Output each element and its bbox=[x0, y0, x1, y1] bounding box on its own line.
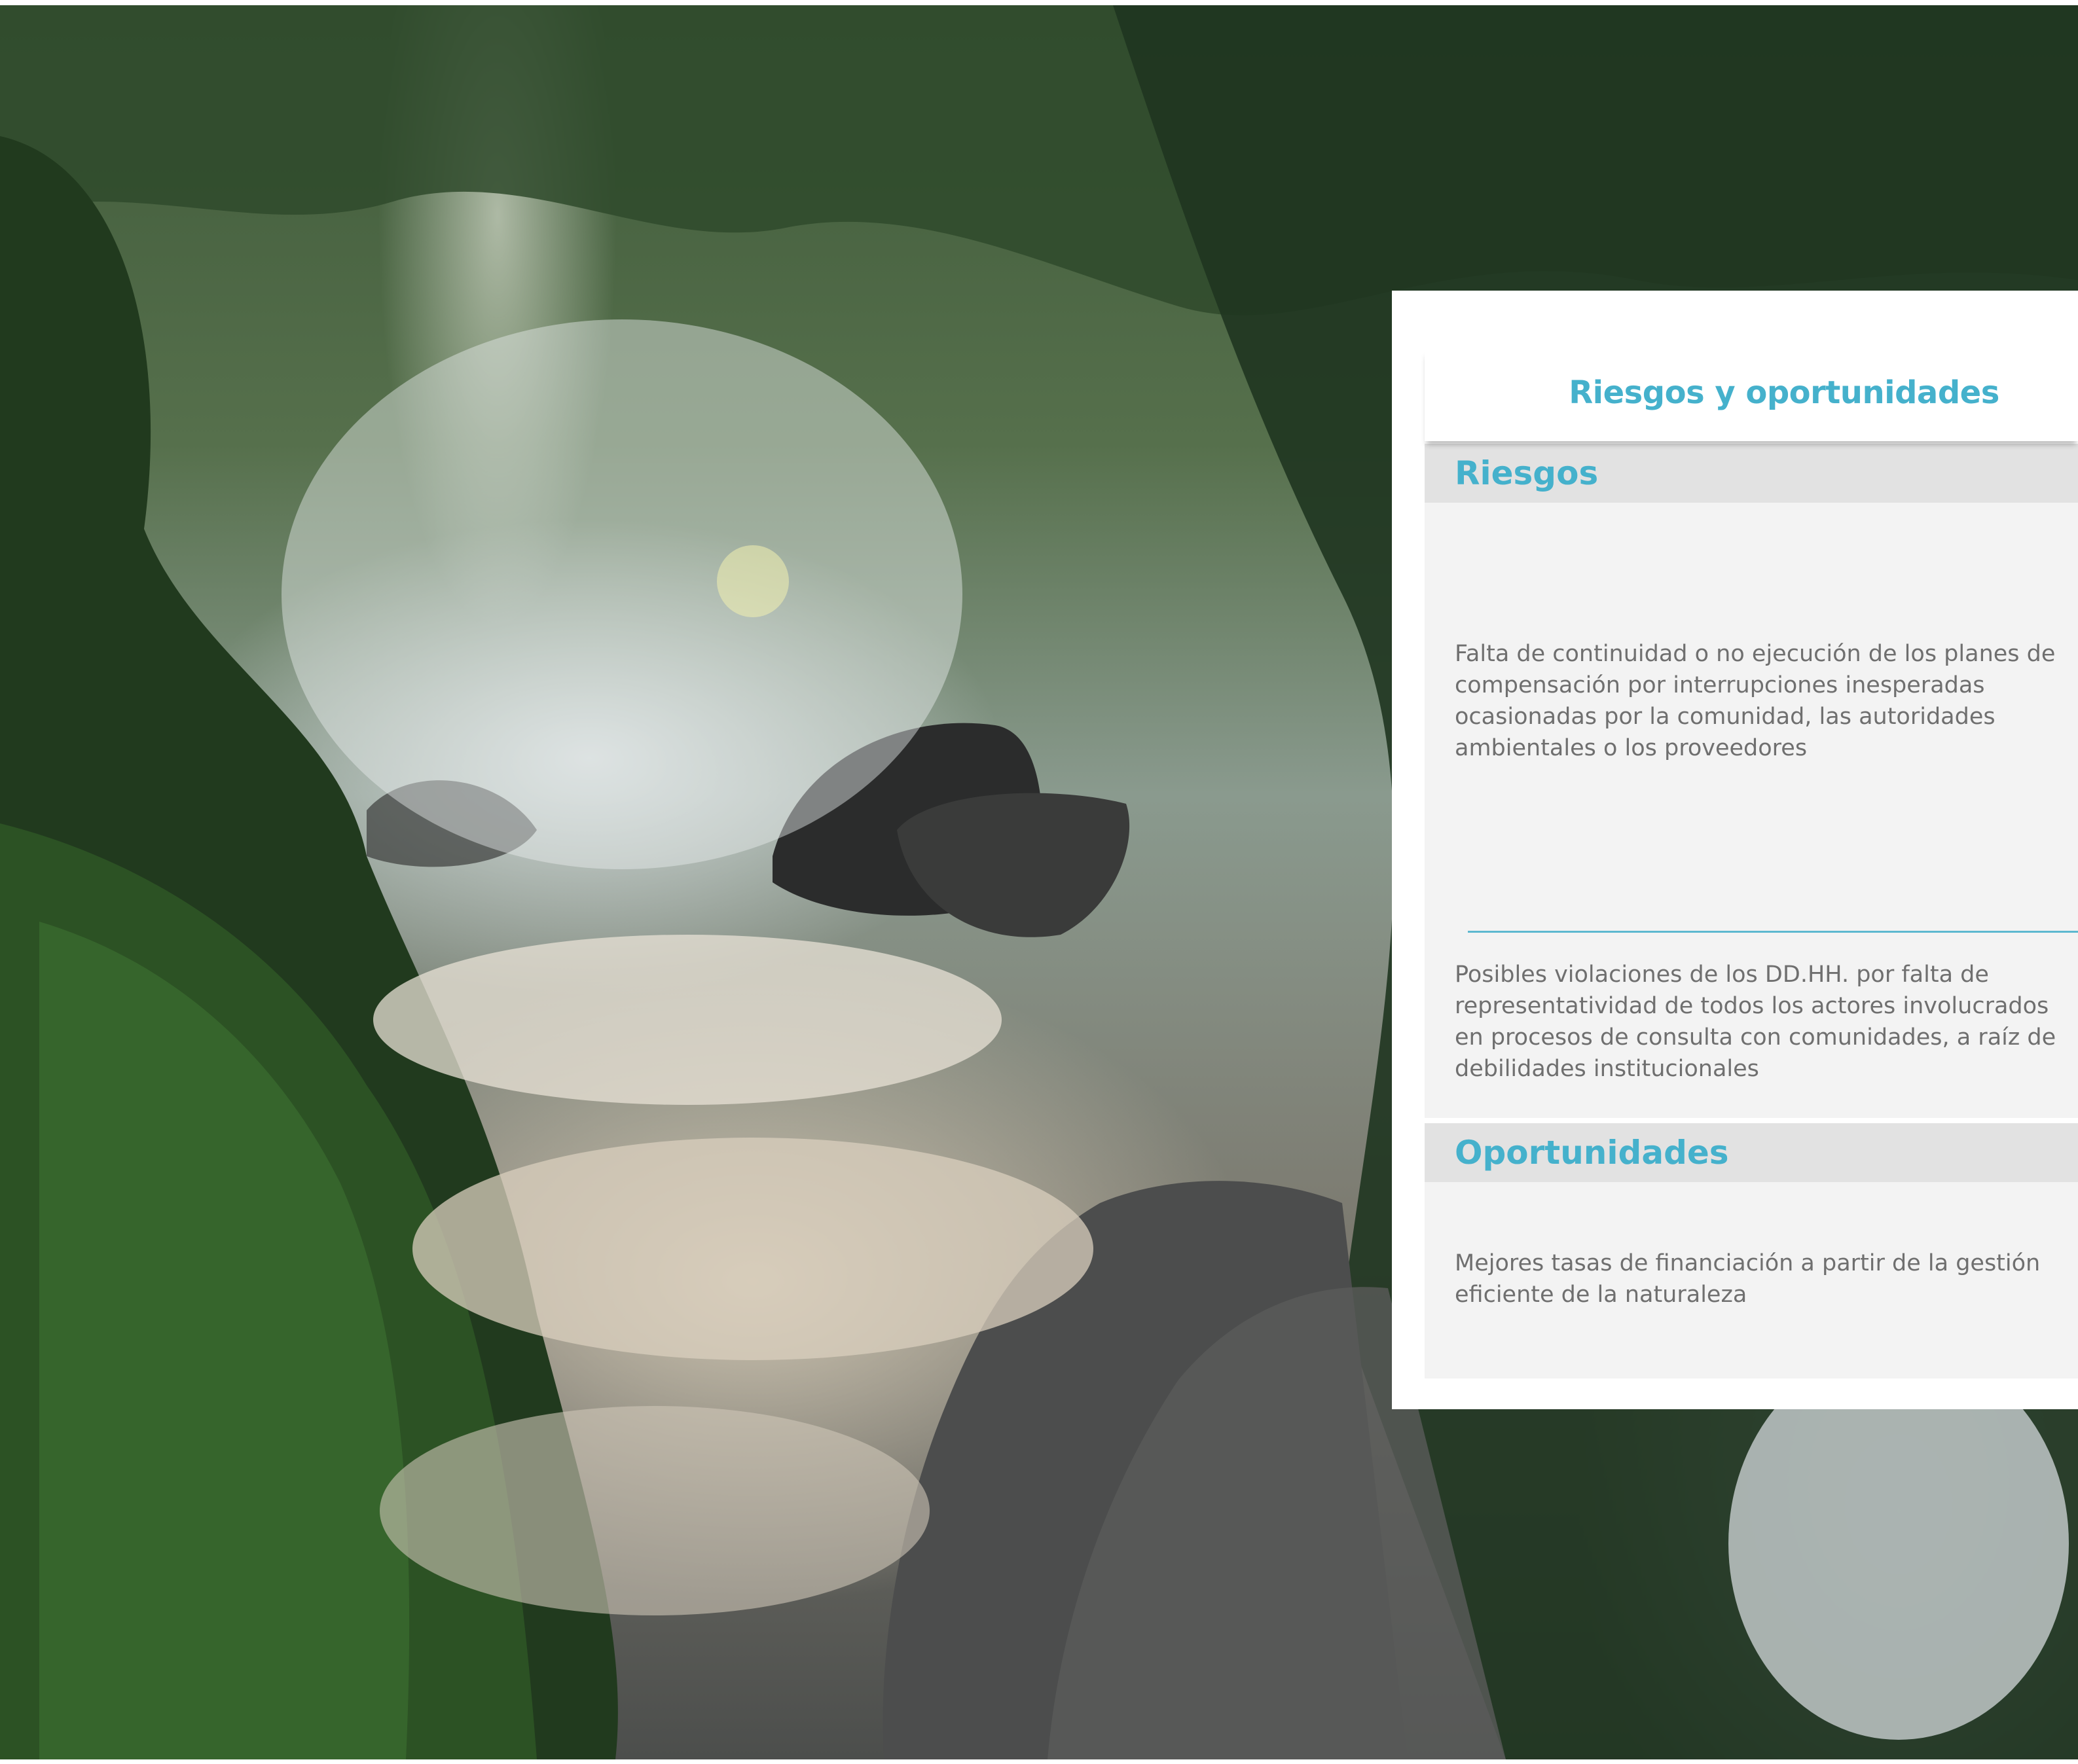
risks-opportunities-panel: Riesgos y oportunidades Riesgos Falta de… bbox=[1392, 291, 2078, 1409]
risk-item: Posibles violaciones de los DD.HH. por f… bbox=[1455, 962, 2056, 1082]
panel-title: Riesgos y oportunidades bbox=[1569, 374, 1999, 411]
opportunities-body: Mejores tasas de financiación a partir d… bbox=[1425, 1182, 2078, 1378]
risk-item: Falta de continuidad o no ejecución de l… bbox=[1455, 641, 2056, 761]
risks-body: Falta de continuidad o no ejecución de l… bbox=[1425, 503, 2078, 1118]
risks-heading: Riesgos bbox=[1455, 454, 1599, 492]
panel-header: Riesgos y oportunidades bbox=[1425, 350, 2078, 441]
risks-heading-bar: Riesgos bbox=[1425, 444, 2078, 503]
opportunities-heading: Oportunidades bbox=[1455, 1134, 1729, 1172]
opportunity-item: Mejores tasas de financiación a partir d… bbox=[1455, 1250, 2041, 1308]
opportunities-heading-bar: Oportunidades bbox=[1425, 1123, 2078, 1182]
divider bbox=[1468, 931, 2078, 933]
